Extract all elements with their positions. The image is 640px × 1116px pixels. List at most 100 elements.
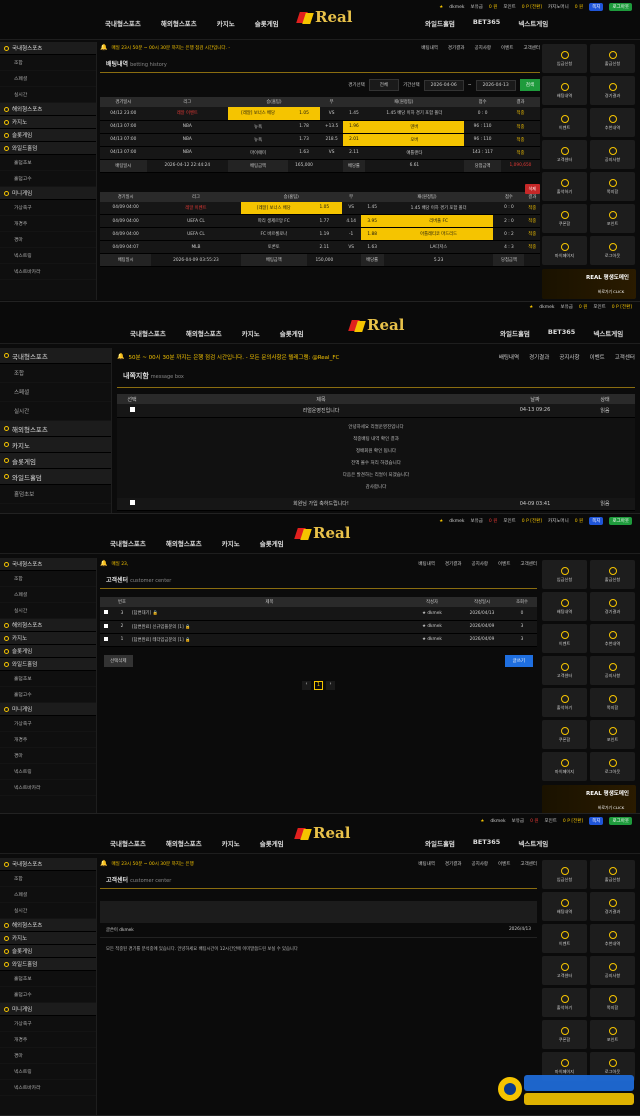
sidebar-item[interactable]: 홀덤고수: [0, 687, 96, 703]
table-row[interactable]: 1 [답변완료] 테더입금문의 [1] 🔒 ★ dkmek 2026/04/09 3: [100, 633, 537, 647]
sidebar-cat-domestic[interactable]: 국내형스포츠: [0, 42, 96, 55]
quick-menu-button[interactable]: 출석하기: [542, 172, 587, 201]
link-bethistory[interactable]: 배팅내역: [418, 561, 435, 567]
sidebar-item[interactable]: 실시간: [0, 87, 96, 103]
nav-bet365[interactable]: BET365: [548, 328, 575, 338]
message-button[interactable]: 쪽지: [589, 517, 604, 525]
link-notice[interactable]: 공지사항: [471, 561, 488, 567]
nav-nextgame[interactable]: 넥스트게임: [518, 18, 548, 28]
nav-bet365[interactable]: BET365: [473, 18, 500, 28]
delete-button[interactable]: 삭제: [524, 184, 540, 194]
sidebar-item[interactable]: 조합: [0, 55, 96, 71]
nav-casino[interactable]: 카지노: [217, 18, 235, 28]
sidebar-item[interactable]: 스페셜: [0, 887, 96, 903]
nav-overseas[interactable]: 해외형스포츠: [161, 18, 197, 28]
sidebar-item[interactable]: 개경주: [0, 216, 96, 232]
search-button[interactable]: 검색: [519, 79, 540, 91]
link-event[interactable]: 이벤트: [498, 561, 510, 567]
sidebar-cat-holdem[interactable]: 와일드홀덤: [0, 142, 96, 155]
logo[interactable]: Real: [348, 316, 404, 334]
sidebar-cat-slot[interactable]: 슬롯게임: [0, 945, 96, 958]
quick-menu-button[interactable]: 출석하기: [542, 688, 587, 717]
sidebar-item[interactable]: 넥스트바카라: [0, 264, 96, 280]
sidebar-item[interactable]: 실시간: [0, 603, 96, 619]
date-from-input[interactable]: 2026-04-06: [423, 79, 464, 91]
sidebar-item[interactable]: 스페셜: [0, 587, 96, 603]
message-button[interactable]: 쪽지: [589, 3, 604, 11]
quick-menu-button[interactable]: 공지사항: [590, 956, 635, 985]
sidebar-item[interactable]: 실시간: [0, 402, 111, 421]
row-checkbox[interactable]: [129, 406, 135, 412]
sidebar-item[interactable]: 홀덤초보: [0, 485, 111, 504]
quick-menu-button[interactable]: 쪽지함: [590, 172, 635, 201]
nav-holdem[interactable]: 와일드홀덤: [500, 328, 530, 338]
link-results[interactable]: 경기결과: [529, 353, 549, 361]
quick-menu-button[interactable]: 고객센터: [542, 956, 587, 985]
quick-menu-button[interactable]: 출금신청: [590, 560, 635, 589]
nav-bet365[interactable]: BET365: [473, 838, 500, 848]
sidebar-cat-mini[interactable]: 미니게임: [0, 187, 96, 200]
link-bethistory[interactable]: 배팅내역: [421, 45, 438, 51]
sidebar-cat-holdem[interactable]: 와일드홀덤: [0, 469, 111, 485]
sidebar-item[interactable]: 스페셜: [0, 71, 96, 87]
quick-menu-button[interactable]: 배팅내역: [542, 76, 587, 105]
nav-overseas[interactable]: 해외형스포츠: [186, 328, 222, 338]
quick-menu-button[interactable]: 출금신청: [590, 860, 635, 889]
nav-domestic[interactable]: 국내형스포츠: [105, 18, 141, 28]
quick-menu-button[interactable]: 마이페이지: [542, 236, 587, 265]
sidebar-cat-slot[interactable]: 슬롯게임: [0, 645, 96, 658]
sidebar-item[interactable]: 실시간: [0, 903, 96, 919]
quick-menu-button[interactable]: 이벤트: [542, 924, 587, 953]
link-cs[interactable]: 고객센터: [520, 861, 537, 867]
sidebar-cat-overseas[interactable]: 해외형스포츠: [0, 421, 111, 437]
link-bethistory[interactable]: 배팅내역: [499, 353, 519, 361]
nav-nextgame[interactable]: 넥스트게임: [593, 328, 623, 338]
nav-slot[interactable]: 슬롯게임: [280, 328, 304, 338]
sidebar-cat-slot[interactable]: 슬롯게임: [0, 453, 111, 469]
logout-button[interactable]: 로그아웃: [609, 817, 632, 825]
link-cs[interactable]: 고객센터: [520, 561, 537, 567]
prev-page-icon[interactable]: ‹: [302, 680, 311, 690]
sidebar-cat-casino[interactable]: 카지노: [0, 932, 96, 945]
table-row[interactable]: 리얼운영진입니다 04-13 09:26 읽음: [117, 404, 635, 418]
quick-menu-button[interactable]: 이벤트: [542, 108, 587, 137]
sidebar-item[interactable]: 넥스트링: [0, 248, 96, 264]
quick-menu-button[interactable]: 추천내역: [590, 924, 635, 953]
quick-menu-button[interactable]: 쪽지함: [590, 688, 635, 717]
sidebar-item[interactable]: 조합: [0, 571, 96, 587]
next-page-icon[interactable]: ›: [326, 680, 335, 690]
link-cs[interactable]: 고객센터: [615, 353, 635, 361]
sidebar-cat-casino[interactable]: 카지노: [0, 437, 111, 453]
table-row[interactable]: 2 [답변완료] 신규입플문의 [1] 🔒 ★ dkmek 2026/04/09 3: [100, 620, 537, 634]
link-event[interactable]: 이벤트: [498, 861, 510, 867]
sidebar-item[interactable]: 홀덤초보: [0, 155, 96, 171]
quick-menu-button[interactable]: 입금신청: [542, 860, 587, 889]
quick-menu-button[interactable]: 경기결과: [590, 592, 635, 621]
nav-domestic[interactable]: 국내형스포츠: [110, 538, 146, 548]
sidebar-cat-overseas[interactable]: 해외형스포츠: [0, 919, 96, 932]
sidebar-item[interactable]: 홀덤고수: [0, 171, 96, 187]
sidebar-cat-domestic[interactable]: 국내형스포츠: [0, 348, 111, 364]
quick-menu-button[interactable]: 추천내역: [590, 624, 635, 653]
quick-menu-button[interactable]: 배팅내역: [542, 592, 587, 621]
nav-holdem[interactable]: 와일드홀덤: [425, 18, 455, 28]
nav-overseas[interactable]: 해외형스포츠: [166, 538, 202, 548]
table-row[interactable]: 3 [답변대기] 🔒 ★ dkmek 2026/04/13 0: [100, 607, 537, 621]
logo[interactable]: Real: [294, 524, 350, 542]
sidebar-item[interactable]: 홀덤초보: [0, 971, 96, 987]
sidebar-cat-holdem[interactable]: 와일드홀덤: [0, 658, 96, 671]
sidebar-cat-mini[interactable]: 미니게임: [0, 703, 96, 716]
logo[interactable]: Real: [294, 824, 350, 842]
sidebar-item[interactable]: 경마: [0, 232, 96, 248]
quick-menu-button[interactable]: 추천내역: [590, 108, 635, 137]
link-bethistory[interactable]: 배팅내역: [418, 861, 435, 867]
quick-menu-button[interactable]: 로그아웃: [590, 236, 635, 265]
logo[interactable]: Real: [296, 8, 352, 26]
quick-menu-button[interactable]: 로그아웃: [590, 752, 635, 781]
sidebar-item[interactable]: 개경주: [0, 732, 96, 748]
link-results[interactable]: 경기결과: [445, 561, 462, 567]
sidebar-item[interactable]: 넥스트바카라: [0, 1080, 96, 1096]
nav-domestic[interactable]: 국내형스포츠: [130, 328, 166, 338]
quick-menu-button[interactable]: 마이페이지: [542, 752, 587, 781]
sidebar-cat-domestic[interactable]: 국내형스포츠: [0, 558, 96, 571]
